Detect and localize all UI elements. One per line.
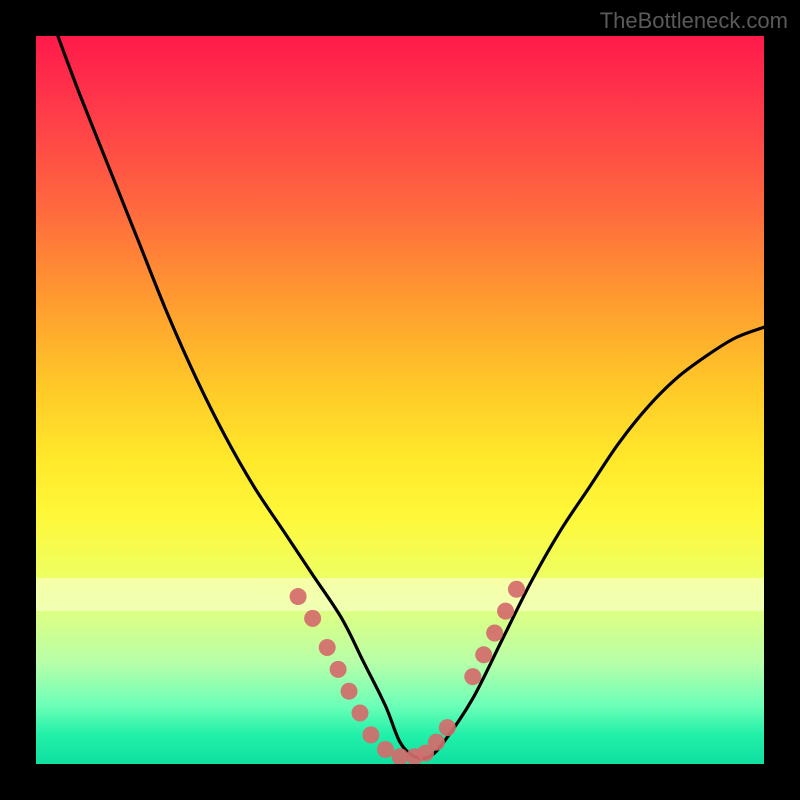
highlight-dot [428,734,445,751]
watermark-text: TheBottleneck.com [600,8,788,34]
bottleneck-curve [58,36,764,759]
highlight-dot [497,603,514,620]
highlight-dot [330,661,347,678]
highlight-dot [377,741,394,758]
highlight-dot [319,639,336,656]
highlight-dot [464,668,481,685]
highlight-dot [439,719,456,736]
highlight-dot [304,610,321,627]
plot-area [36,36,764,764]
highlight-dot [290,588,307,605]
highlight-dot [486,624,503,641]
highlight-dot [362,726,379,743]
highlight-dot [351,705,368,722]
highlight-dot [475,646,492,663]
curve-layer [36,36,764,764]
highlight-dot [508,581,525,598]
chart-stage: TheBottleneck.com [0,0,800,800]
highlight-dot [341,683,358,700]
highlight-dots [290,581,525,764]
